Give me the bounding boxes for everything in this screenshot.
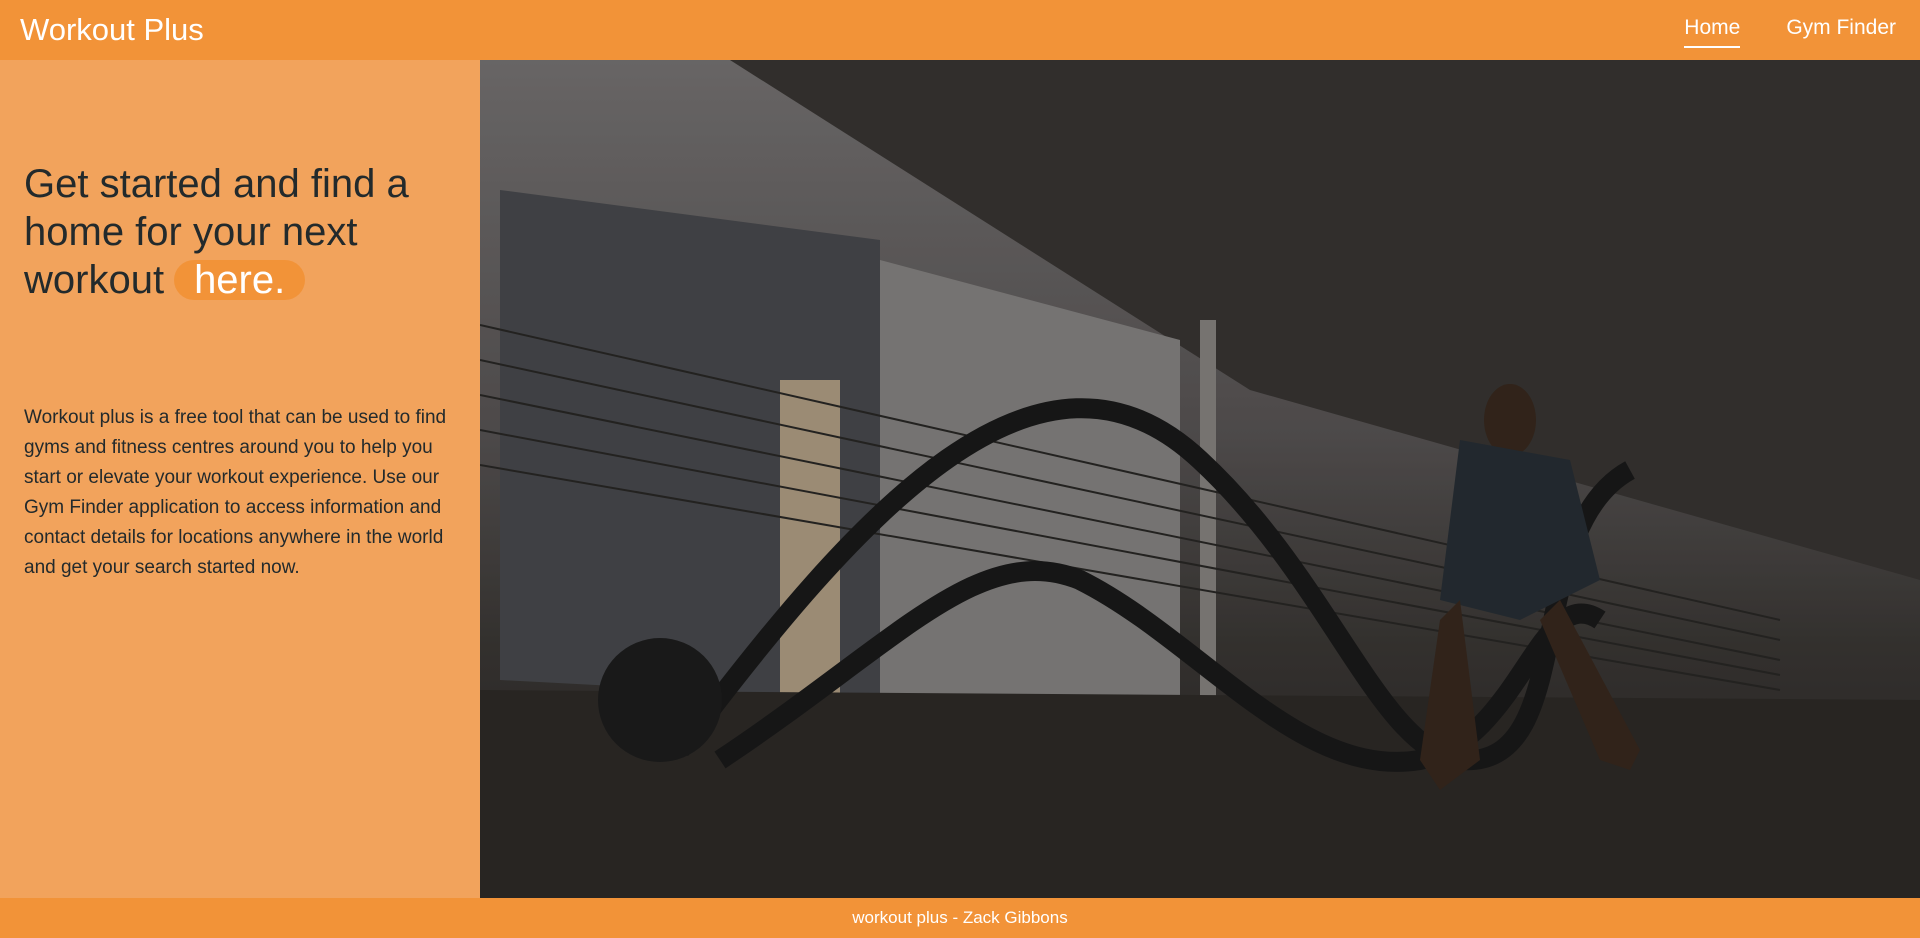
nav-link-gym-finder[interactable]: Gym Finder	[1786, 16, 1896, 48]
hero-photo-battle-ropes	[480, 60, 1920, 898]
footer: workout plus - Zack Gibbons	[0, 898, 1920, 938]
intro-description: Workout plus is a free tool that can be …	[24, 407, 447, 578]
brand-title[interactable]: Workout Plus	[20, 12, 204, 48]
nav-links: Home Gym Finder	[1684, 16, 1896, 48]
nav-link-home[interactable]: Home	[1684, 16, 1741, 48]
hero-shade	[480, 60, 1920, 898]
top-navbar: Workout Plus Home Gym Finder	[0, 0, 1920, 60]
here-link-pill[interactable]: here.	[174, 260, 306, 300]
hero-image	[480, 60, 1920, 898]
intro-panel: Get started and find a home for your nex…	[0, 60, 480, 898]
intro-headline: Get started and find a home for your nex…	[24, 160, 464, 304]
